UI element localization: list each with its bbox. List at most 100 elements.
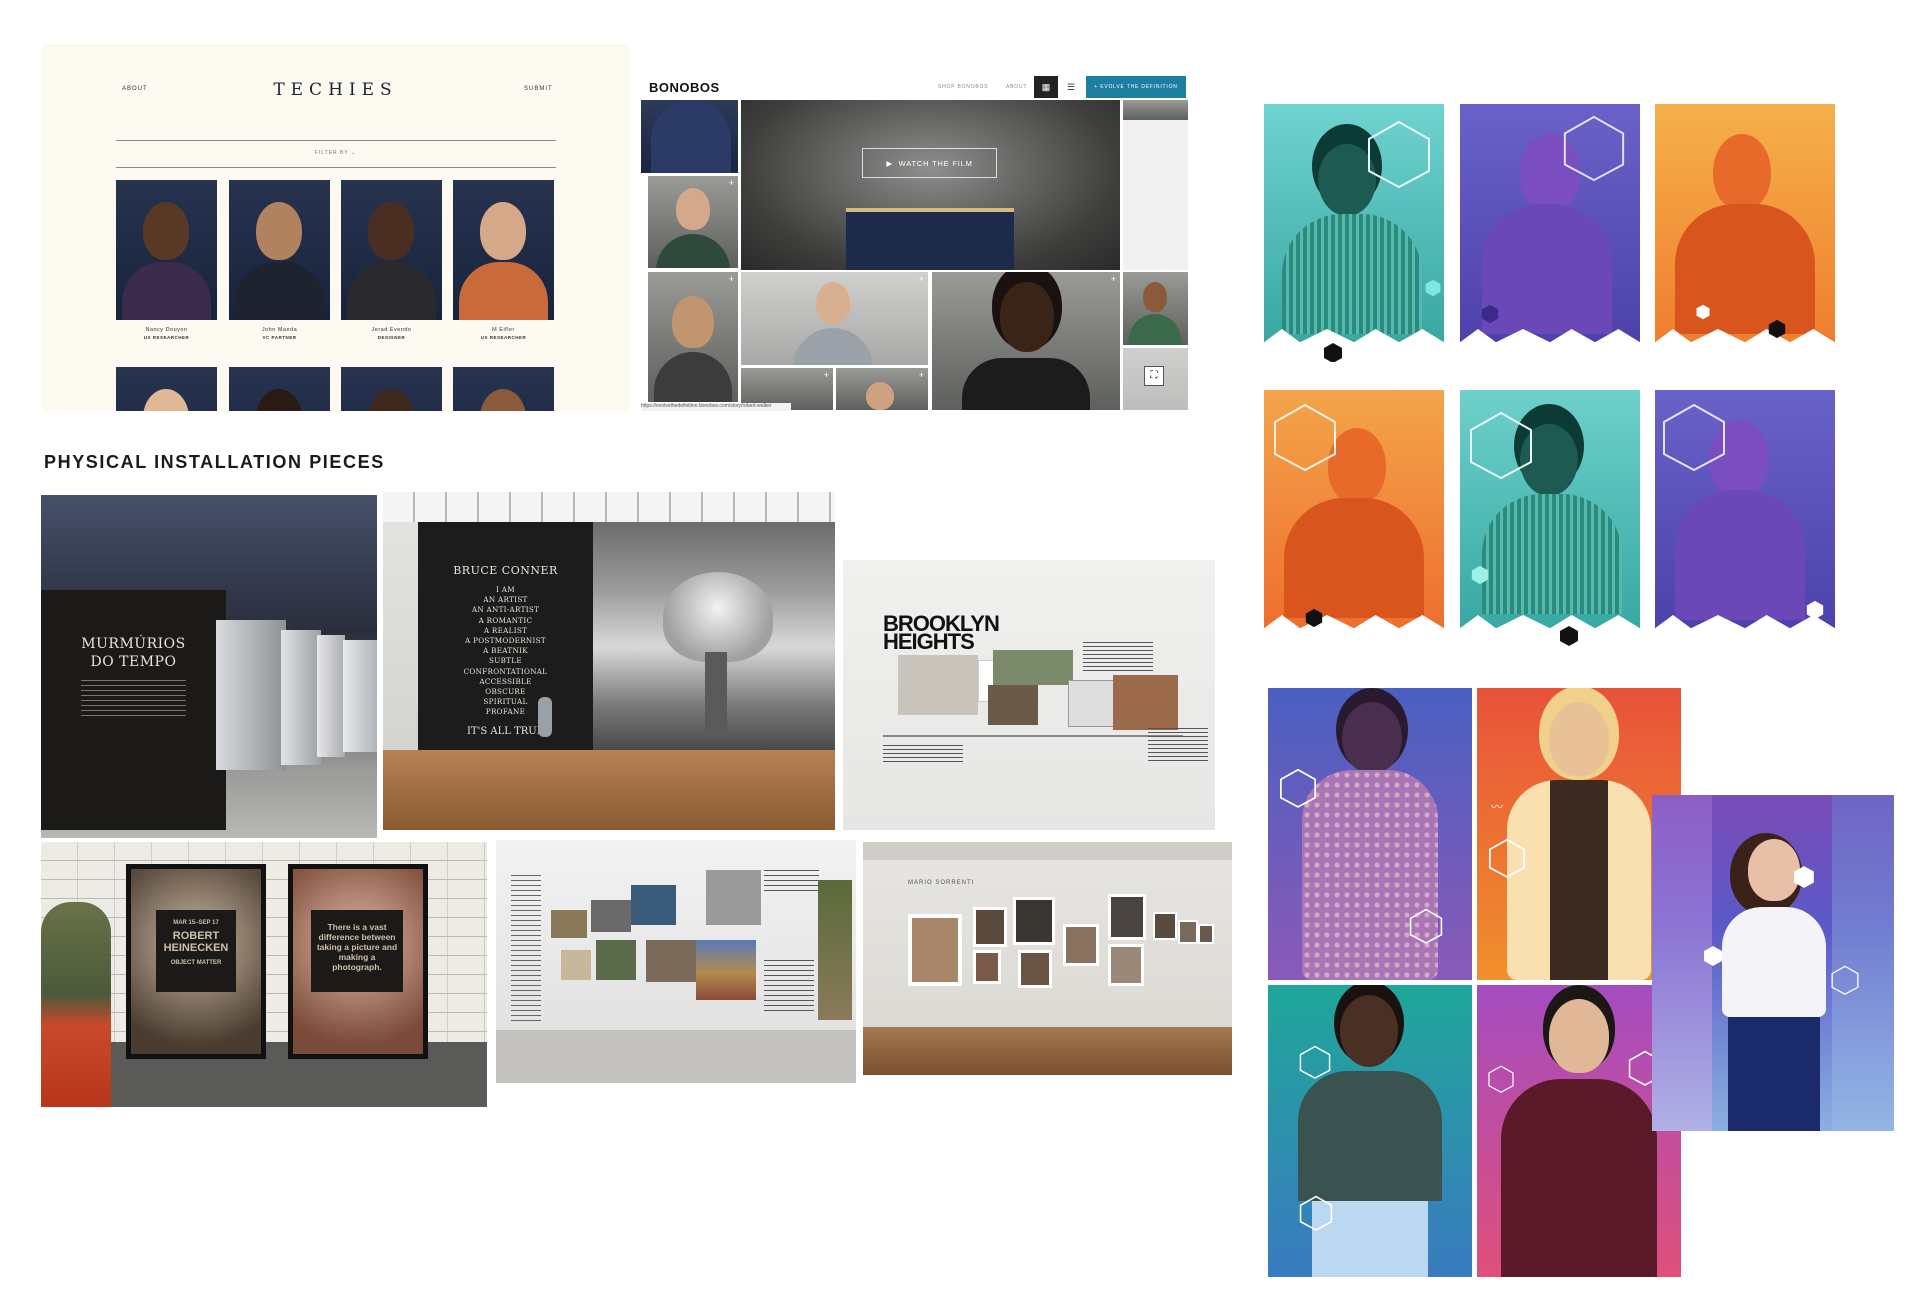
expand-icon[interactable]: ⛶ xyxy=(1144,366,1164,386)
techies-portrait[interactable] xyxy=(453,180,554,320)
subway-posters-photo: MAR 15–SEP 17 ROBERT HEINECKEN OBJECT MA… xyxy=(41,842,487,1107)
conner-title: BRUCE CONNER xyxy=(453,564,558,577)
manifesto-line: AN ARTIST xyxy=(483,595,528,605)
featured-film-tile[interactable] xyxy=(741,100,1120,270)
hexagon-outline-icon xyxy=(1563,115,1625,182)
chevron-down-icon: ⌄ xyxy=(351,150,357,156)
hexagon-outline-icon xyxy=(1488,1065,1514,1093)
conner-tagline: IT'S ALL TRUE xyxy=(466,725,544,737)
person-name: Jerad Evendo xyxy=(371,327,412,333)
techies-portrait[interactable] xyxy=(116,367,217,411)
murmurios-title-line1: MURMÚRIOS xyxy=(81,636,186,652)
status-url: https://evolvethedefinition.bonobos.com/… xyxy=(641,403,791,411)
hexagon-icon xyxy=(1704,946,1722,966)
person-role: DESIGNER xyxy=(377,335,406,340)
gradient-portrait-card xyxy=(1652,795,1894,1131)
photograph-quote-poster: There is a vast difference between takin… xyxy=(311,910,403,992)
hexagon-icon xyxy=(1425,279,1441,297)
techies-nav-submit[interactable]: SUBMIT xyxy=(524,86,553,92)
hexagon-icon xyxy=(1560,626,1578,646)
evolve-the-definition-button[interactable]: + EVOLVE THE DEFINITION xyxy=(1086,76,1186,98)
techies-portrait[interactable] xyxy=(453,367,554,411)
techies-portrait[interactable] xyxy=(341,180,442,320)
person-role: VC PARTNER xyxy=(262,335,297,340)
bonobos-portrait-tile[interactable] xyxy=(1123,272,1188,345)
plus-icon[interactable]: + xyxy=(729,178,734,188)
poster-name-line1: ROBERT xyxy=(172,930,220,942)
manifesto-line: A POSTMODERNIST xyxy=(465,636,546,646)
person-role: UX RESEARCHER xyxy=(480,335,527,340)
plus-icon[interactable]: + xyxy=(919,274,924,284)
bruce-conner-installation-photo: BRUCE CONNER I AM AN ARTIST AN ANTI-ARTI… xyxy=(383,492,835,830)
manifesto-line: I AM xyxy=(496,585,515,594)
techies-portrait[interactable] xyxy=(116,180,217,320)
manifesto-line: A ROMANTIC xyxy=(478,615,533,625)
hexagon-outline-icon xyxy=(1489,838,1525,878)
bonobos-portrait-tile[interactable]: + xyxy=(836,368,928,410)
nav-shop-bonobos[interactable]: SHOP BONOBOS xyxy=(938,84,988,90)
hexagon-icon xyxy=(1481,304,1499,324)
hexagon-portrait-card xyxy=(1264,104,1444,362)
manifesto-line: OBSCURE xyxy=(485,687,526,697)
hexagon-outline-icon xyxy=(1299,1195,1333,1231)
hexagon-portrait-card xyxy=(1264,390,1444,648)
bonobos-portrait-tile[interactable]: + xyxy=(741,272,928,365)
nav-about[interactable]: ABOUT xyxy=(1006,84,1027,90)
techies-portrait[interactable] xyxy=(229,180,330,320)
bonobos-portrait-tile[interactable]: + xyxy=(932,272,1120,410)
list-view-icon[interactable]: ☰ xyxy=(1059,76,1083,98)
manifesto-line: AN ANTI-ARTIST xyxy=(471,605,540,615)
section-heading: PHYSICAL INSTALLATION PIECES xyxy=(44,452,385,472)
murmurios-installation-photo: MURMÚRIOS DO TEMPO xyxy=(41,495,377,838)
mario-sorrenti-gallery-photo: MARIO SORRENTI xyxy=(863,842,1232,1075)
gradient-portrait-card xyxy=(1477,985,1681,1277)
gradient-portrait-card xyxy=(1268,688,1472,980)
plus-icon[interactable]: + xyxy=(824,370,829,380)
heinecken-poster: MAR 15–SEP 17 ROBERT HEINECKEN OBJECT MA… xyxy=(156,910,236,992)
hexagon-outline-icon xyxy=(1274,403,1336,472)
watch-the-film-button[interactable]: ▶ WATCH THE FILM xyxy=(862,148,997,178)
hexagon-portrait-card xyxy=(1460,390,1640,648)
hexagon-icon xyxy=(1696,304,1710,320)
manifesto-line: CONFRONTATIONAL xyxy=(463,666,548,676)
plus-icon[interactable]: + xyxy=(1111,274,1116,284)
manifesto-line: A REALIST xyxy=(483,625,528,635)
divider xyxy=(116,167,556,168)
manifesto-line: PROFANE xyxy=(485,707,526,717)
gradient-portrait-card xyxy=(1268,985,1472,1277)
techies-portrait[interactable] xyxy=(341,367,442,411)
bonobos-portrait-tile[interactable]: ⛶ xyxy=(1123,348,1188,410)
person-role: UX RESEARCHER xyxy=(143,335,190,340)
bonobos-portrait-tile[interactable] xyxy=(1123,100,1188,120)
directors-chair xyxy=(846,208,1014,270)
conner-manifesto: I AM AN ARTIST AN ANTI-ARTIST A ROMANTIC… xyxy=(418,585,593,718)
hexagon-outline-icon xyxy=(1470,411,1532,480)
filter-label: FILTER BY xyxy=(314,150,349,156)
hexagon-outline-icon xyxy=(1280,768,1316,808)
map-history-installation-photo xyxy=(496,840,856,1083)
bonobos-logo[interactable]: BONOBOS xyxy=(649,80,720,95)
plus-icon[interactable]: + xyxy=(919,370,924,380)
watch-label: WATCH THE FILM xyxy=(898,158,973,168)
plus-icon[interactable]: + xyxy=(729,274,734,284)
hexagon-portrait-card xyxy=(1460,104,1640,362)
hexagon-outline-icon xyxy=(1368,120,1430,189)
play-icon: ▶ xyxy=(886,158,899,168)
gallery-title: MARIO SORRENTI xyxy=(908,880,975,886)
techies-filter[interactable]: FILTER BY ⌄ xyxy=(42,150,629,156)
techies-caption: John Maeda VC PARTNER xyxy=(229,327,330,340)
person-name: M Eifler xyxy=(492,327,515,333)
techies-portrait[interactable] xyxy=(229,367,330,411)
brooklyn-heights-installation-photo: BROOKLYN HEIGHTS xyxy=(843,560,1215,830)
hexagon-icon xyxy=(1324,343,1342,362)
bonobos-portrait-tile[interactable]: + xyxy=(648,176,738,268)
hexagon-icon xyxy=(1768,319,1786,339)
grid-view-icon[interactable]: ▦ xyxy=(1034,76,1058,98)
poster-subtitle: OBJECT MATTER xyxy=(170,960,222,966)
hexagon-portrait-card xyxy=(1655,104,1835,362)
bonobos-portrait-tile[interactable]: + xyxy=(648,272,738,402)
manifesto-line: SUBTLE xyxy=(489,656,522,666)
bonobos-portrait-tile[interactable] xyxy=(641,100,738,173)
techies-caption: Nancy Douyon UX RESEARCHER xyxy=(116,327,217,340)
poster-dates: MAR 15–SEP 17 xyxy=(173,920,219,926)
